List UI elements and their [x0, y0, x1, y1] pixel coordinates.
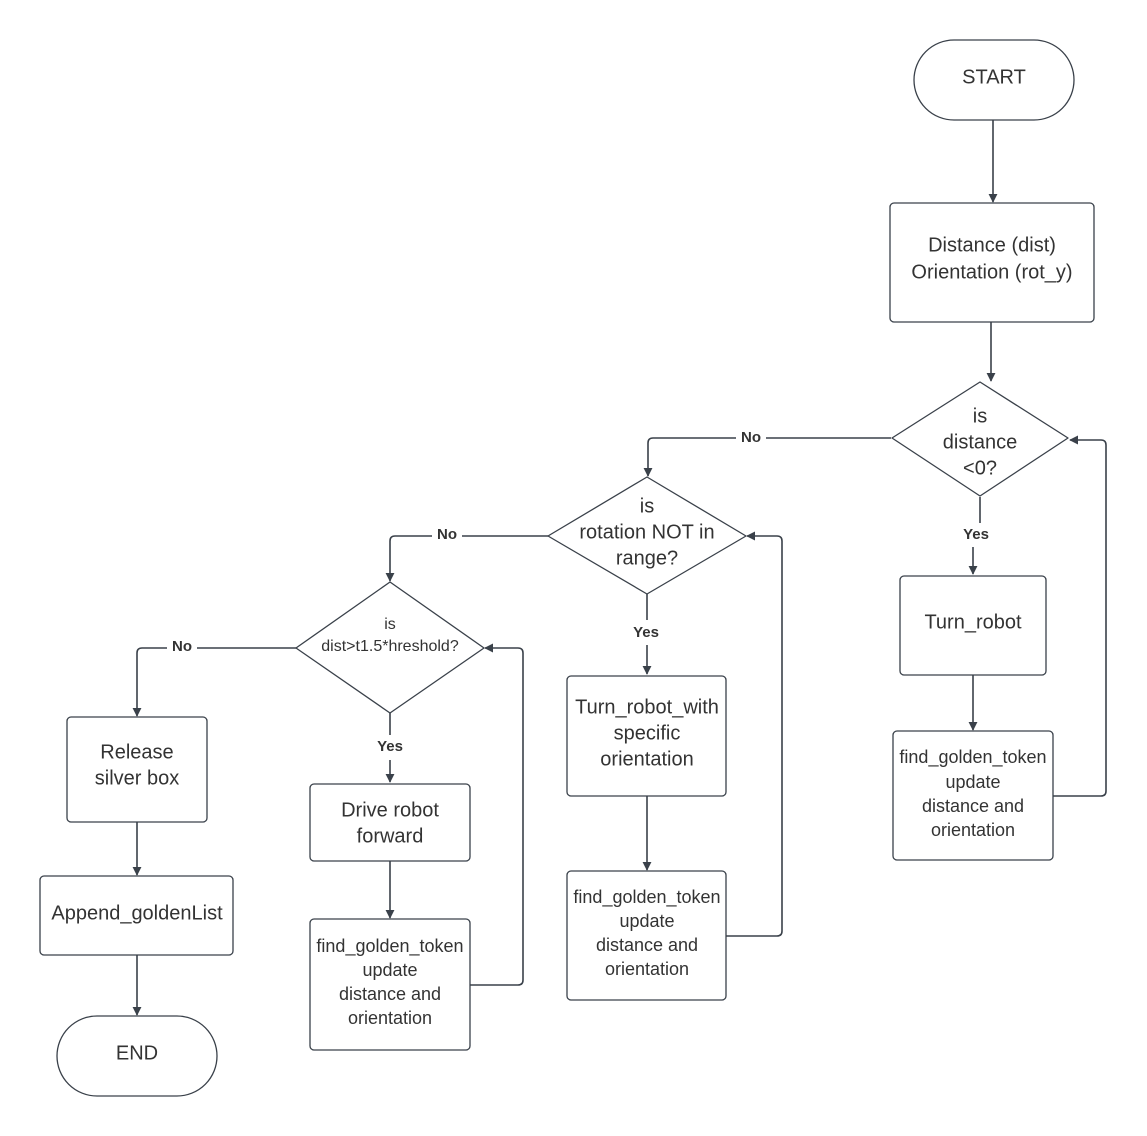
- decision-rotation-line-3: range?: [616, 547, 678, 569]
- edge-label-yes-rotation: Yes: [633, 624, 659, 641]
- edge-find3-loop: [470, 643, 524, 986]
- edge-find2-loop: [726, 531, 783, 937]
- find-token-1-line-3: distance and: [922, 796, 1024, 816]
- append-list-node: Append_goldenList: [39, 875, 234, 956]
- release-line-1: Release: [100, 741, 173, 763]
- edge-threshold-no: [132, 647, 296, 717]
- turn-robot-label: Turn_robot: [924, 611, 1022, 633]
- decision-threshold-line-2: dist>t1.5*hreshold?: [321, 638, 459, 655]
- edge-distance-no: [643, 437, 891, 477]
- find-token-node-3: find_golden_token update distance and or…: [309, 918, 471, 1051]
- edge-rotation-no: [385, 535, 548, 582]
- decision-distance-line-3: <0?: [963, 457, 997, 479]
- decision-rotation-line-2: rotation NOT in: [579, 521, 714, 543]
- find-token-3-line-2: update: [362, 960, 417, 980]
- turn-orientation-line-2: specific: [614, 722, 681, 744]
- inputs-label-1: Distance (dist): [928, 234, 1056, 256]
- inputs-label-2: Orientation (rot_y): [911, 261, 1072, 283]
- edge-label-yes-threshold: Yes: [377, 738, 403, 755]
- release-box-node: Release silver box: [66, 716, 208, 823]
- edge-label-no-rotation: No: [437, 526, 457, 543]
- release-line-2: silver box: [95, 767, 179, 789]
- flowchart: No Yes No Yes No Yes START Distance (dis…: [39, 39, 1107, 1097]
- find-token-2-line-4: orientation: [605, 959, 689, 979]
- edge-find1-loop: [1053, 435, 1107, 797]
- turn-orientation-line-1: Turn_robot_with: [575, 696, 719, 718]
- start-label: START: [962, 66, 1026, 88]
- start-node: START: [913, 39, 1075, 121]
- find-token-2-line-3: distance and: [596, 935, 698, 955]
- decision-distance-line-2: distance: [943, 431, 1018, 453]
- find-token-3-line-1: find_golden_token: [316, 936, 463, 957]
- decision-distance: is distance <0?: [891, 381, 1069, 497]
- find-token-2-line-2: update: [619, 911, 674, 931]
- drive-forward-node: Drive robot forward: [309, 783, 471, 862]
- decision-rotation: is rotation NOT in range?: [547, 476, 747, 595]
- decision-threshold-line-1: is: [384, 616, 396, 633]
- edge-label-no-distance: No: [741, 429, 761, 446]
- drive-forward-line-2: forward: [357, 825, 424, 847]
- find-token-1-line-1: find_golden_token: [899, 747, 1046, 768]
- find-token-3-line-3: distance and: [339, 984, 441, 1004]
- turn-robot-orientation-node: Turn_robot_with specific orientation: [566, 675, 727, 797]
- inputs-node: Distance (dist) Orientation (rot_y): [889, 202, 1095, 323]
- edge-label-no-threshold: No: [172, 638, 192, 655]
- find-token-3-line-4: orientation: [348, 1008, 432, 1028]
- decision-distance-line-1: is: [973, 405, 987, 427]
- drive-forward-line-1: Drive robot: [341, 799, 439, 821]
- decision-threshold: is dist>t1.5*hreshold?: [295, 581, 485, 714]
- edge-label-yes-distance: Yes: [963, 526, 989, 543]
- find-token-1-line-4: orientation: [931, 820, 1015, 840]
- find-token-2-line-1: find_golden_token: [573, 887, 720, 908]
- find-token-node-1: find_golden_token update distance and or…: [892, 730, 1054, 861]
- turn-orientation-line-3: orientation: [600, 748, 693, 770]
- append-label: Append_goldenList: [51, 902, 223, 924]
- find-token-node-2: find_golden_token update distance and or…: [566, 870, 727, 1001]
- turn-robot-node: Turn_robot: [899, 575, 1047, 676]
- end-node: END: [56, 1015, 218, 1097]
- find-token-1-line-2: update: [945, 772, 1000, 792]
- decision-rotation-line-1: is: [640, 495, 654, 517]
- end-label: END: [116, 1042, 158, 1064]
